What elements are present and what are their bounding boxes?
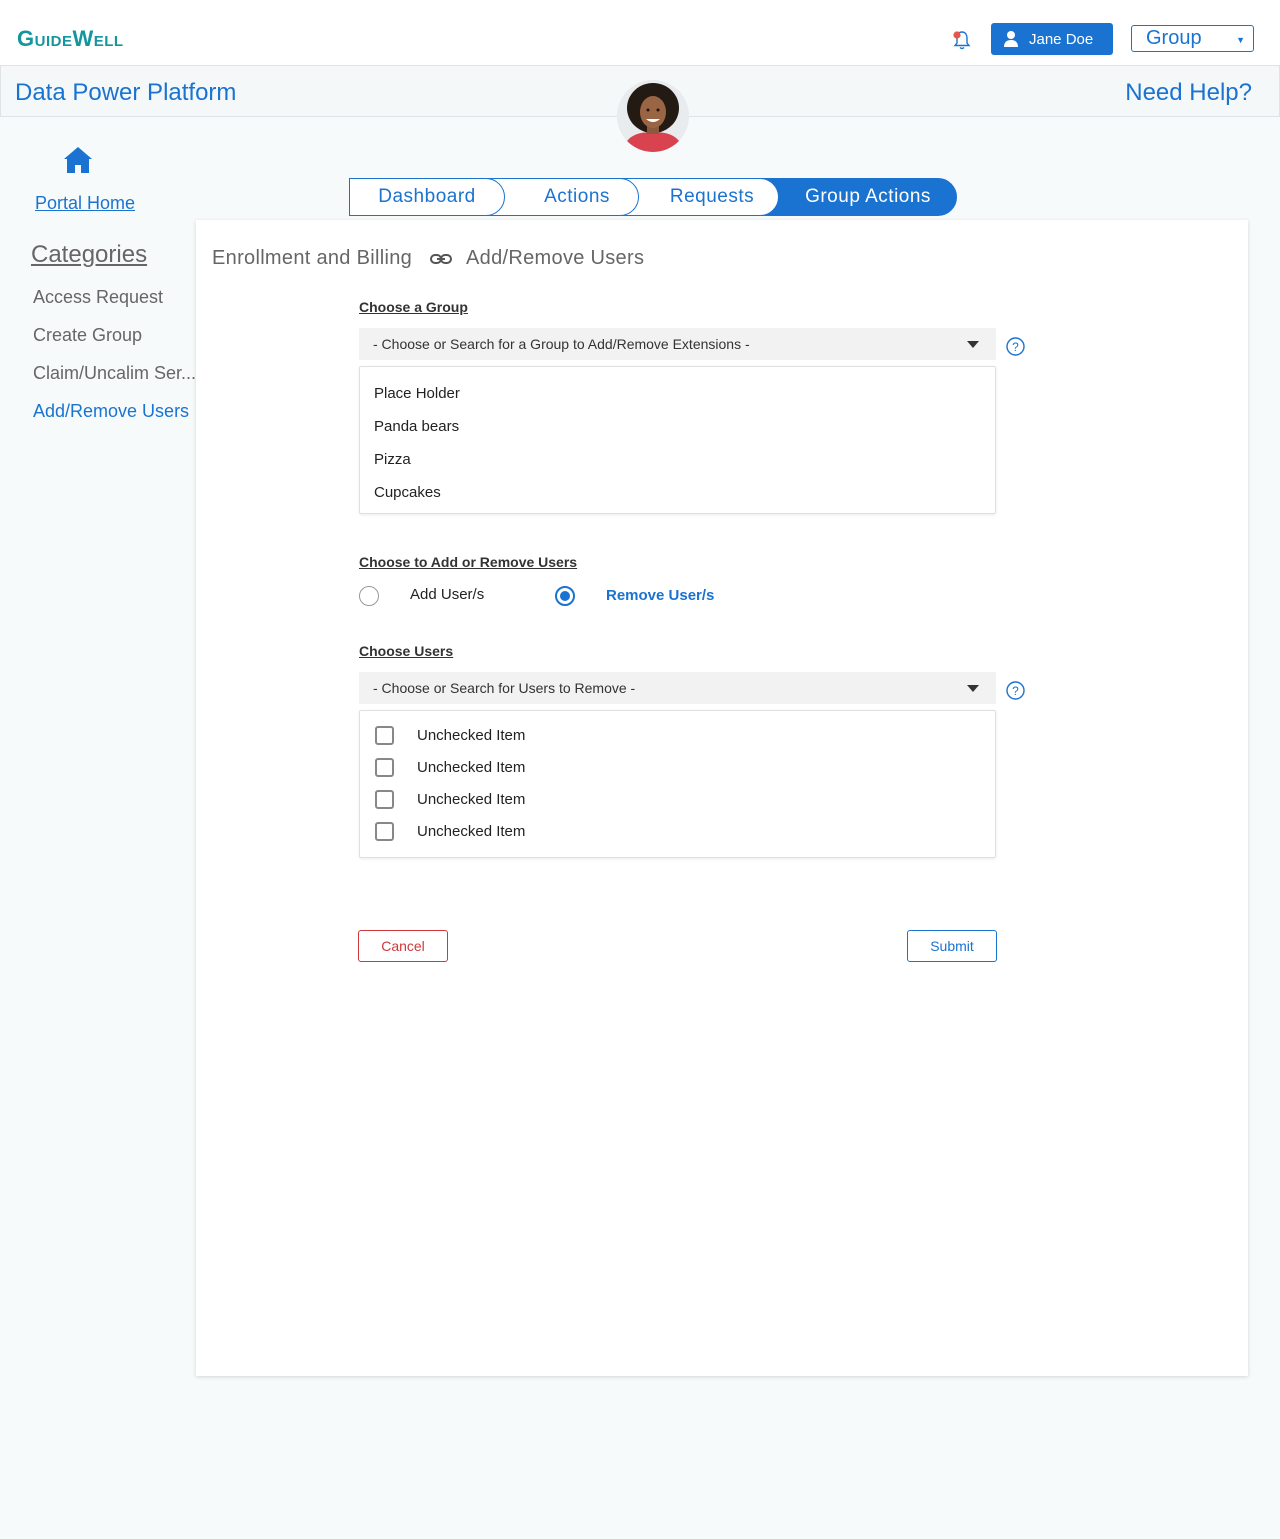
platform-title: Data Power Platform — [15, 79, 237, 106]
remove-users-label[interactable]: Remove User/s — [606, 587, 714, 604]
sidebar-item-add-remove-users[interactable]: Add/Remove Users — [33, 401, 189, 422]
list-item[interactable]: Unchecked Item — [375, 789, 525, 809]
group-select[interactable]: Group ▼ — [1131, 25, 1254, 52]
avatar[interactable] — [617, 80, 689, 152]
breadcrumb-current: Add/Remove Users — [466, 247, 645, 269]
breadcrumb: Enrollment and Billing Add/Remove Users — [212, 247, 644, 270]
user-icon — [1004, 31, 1018, 47]
caret-down-icon: ▼ — [1236, 35, 1245, 45]
home-icon[interactable] — [63, 146, 93, 174]
user-name: Jane Doe — [1029, 30, 1094, 48]
user-item-label: Unchecked Item — [417, 758, 526, 776]
portal-home-link[interactable]: Portal Home — [35, 193, 135, 214]
group-option[interactable]: Panda bears — [374, 418, 459, 435]
list-item[interactable]: Unchecked Item — [375, 725, 525, 745]
svg-text:?: ? — [1012, 340, 1019, 354]
categories-heading: Categories — [31, 241, 148, 268]
group-dropdown[interactable]: - Choose or Search for a Group to Add/Re… — [359, 328, 996, 360]
choose-group-label: Choose a Group — [359, 299, 468, 315]
group-option[interactable]: Cupcakes — [374, 484, 441, 501]
add-users-label[interactable]: Add User/s — [410, 586, 484, 603]
main-panel: Enrollment and Billing Add/Remove Users … — [196, 220, 1248, 1376]
group-option[interactable]: Place Holder — [374, 385, 460, 402]
user-item-label: Unchecked Item — [417, 822, 526, 840]
group-dropdown-placeholder: - Choose or Search for a Group to Add/Re… — [373, 336, 750, 352]
users-dropdown-placeholder: - Choose or Search for Users to Remove - — [373, 680, 636, 696]
tab-actions[interactable]: Actions — [487, 178, 639, 216]
help-icon[interactable]: ? — [1006, 337, 1025, 356]
notification-bell-icon[interactable] — [950, 28, 974, 52]
need-help-link[interactable]: Need Help? — [1125, 79, 1252, 107]
user-checkbox[interactable] — [375, 789, 394, 809]
user-checkbox[interactable] — [375, 821, 394, 841]
user-menu-button[interactable]: Jane Doe — [991, 23, 1113, 55]
choose-users-label: Choose Users — [359, 643, 454, 659]
user-item-label: Unchecked Item — [417, 726, 526, 744]
link-icon — [430, 253, 453, 264]
group-select-value: Group — [1146, 27, 1202, 49]
top-bar: GuideWell Jane Doe Group ▼ — [0, 0, 1280, 66]
users-dropdown[interactable]: - Choose or Search for Users to Remove - — [359, 672, 996, 704]
svg-text:?: ? — [1012, 684, 1019, 698]
add-remove-label: Choose to Add or Remove Users — [359, 554, 578, 570]
group-options-list: Place Holder Panda bears Pizza Cupcakes — [359, 366, 996, 514]
user-item-label: Unchecked Item — [417, 790, 526, 808]
main-tabs: Dashboard Actions Requests Group Actions — [349, 178, 957, 216]
list-item[interactable]: Unchecked Item — [375, 821, 525, 841]
list-item[interactable]: Unchecked Item — [375, 757, 525, 777]
submit-button[interactable]: Submit — [907, 930, 997, 962]
add-users-radio[interactable] — [359, 586, 379, 606]
breadcrumb-parent[interactable]: Enrollment and Billing — [212, 247, 412, 270]
tab-group-actions[interactable]: Group Actions — [761, 178, 957, 216]
sidebar-item-access-request[interactable]: Access Request — [33, 287, 163, 308]
user-checkbox[interactable] — [375, 757, 394, 777]
guidewell-logo[interactable]: GuideWell — [17, 26, 124, 52]
group-option[interactable]: Pizza — [374, 451, 411, 468]
dropdown-arrow-icon — [967, 685, 979, 692]
remove-users-radio[interactable] — [555, 586, 575, 606]
dropdown-arrow-icon — [967, 341, 979, 348]
user-checkbox[interactable] — [375, 725, 394, 745]
cancel-button[interactable]: Cancel — [358, 930, 448, 962]
sidebar-item-claim-unclaim[interactable]: Claim/Uncalim Ser... — [33, 363, 196, 384]
sidebar-item-create-group[interactable]: Create Group — [33, 325, 142, 346]
tab-dashboard[interactable]: Dashboard — [349, 178, 505, 216]
tab-requests[interactable]: Requests — [621, 178, 779, 216]
help-icon[interactable]: ? — [1006, 681, 1025, 700]
avatar-image — [617, 80, 689, 152]
users-options-list: Unchecked Item Unchecked Item Unchecked … — [359, 710, 996, 858]
